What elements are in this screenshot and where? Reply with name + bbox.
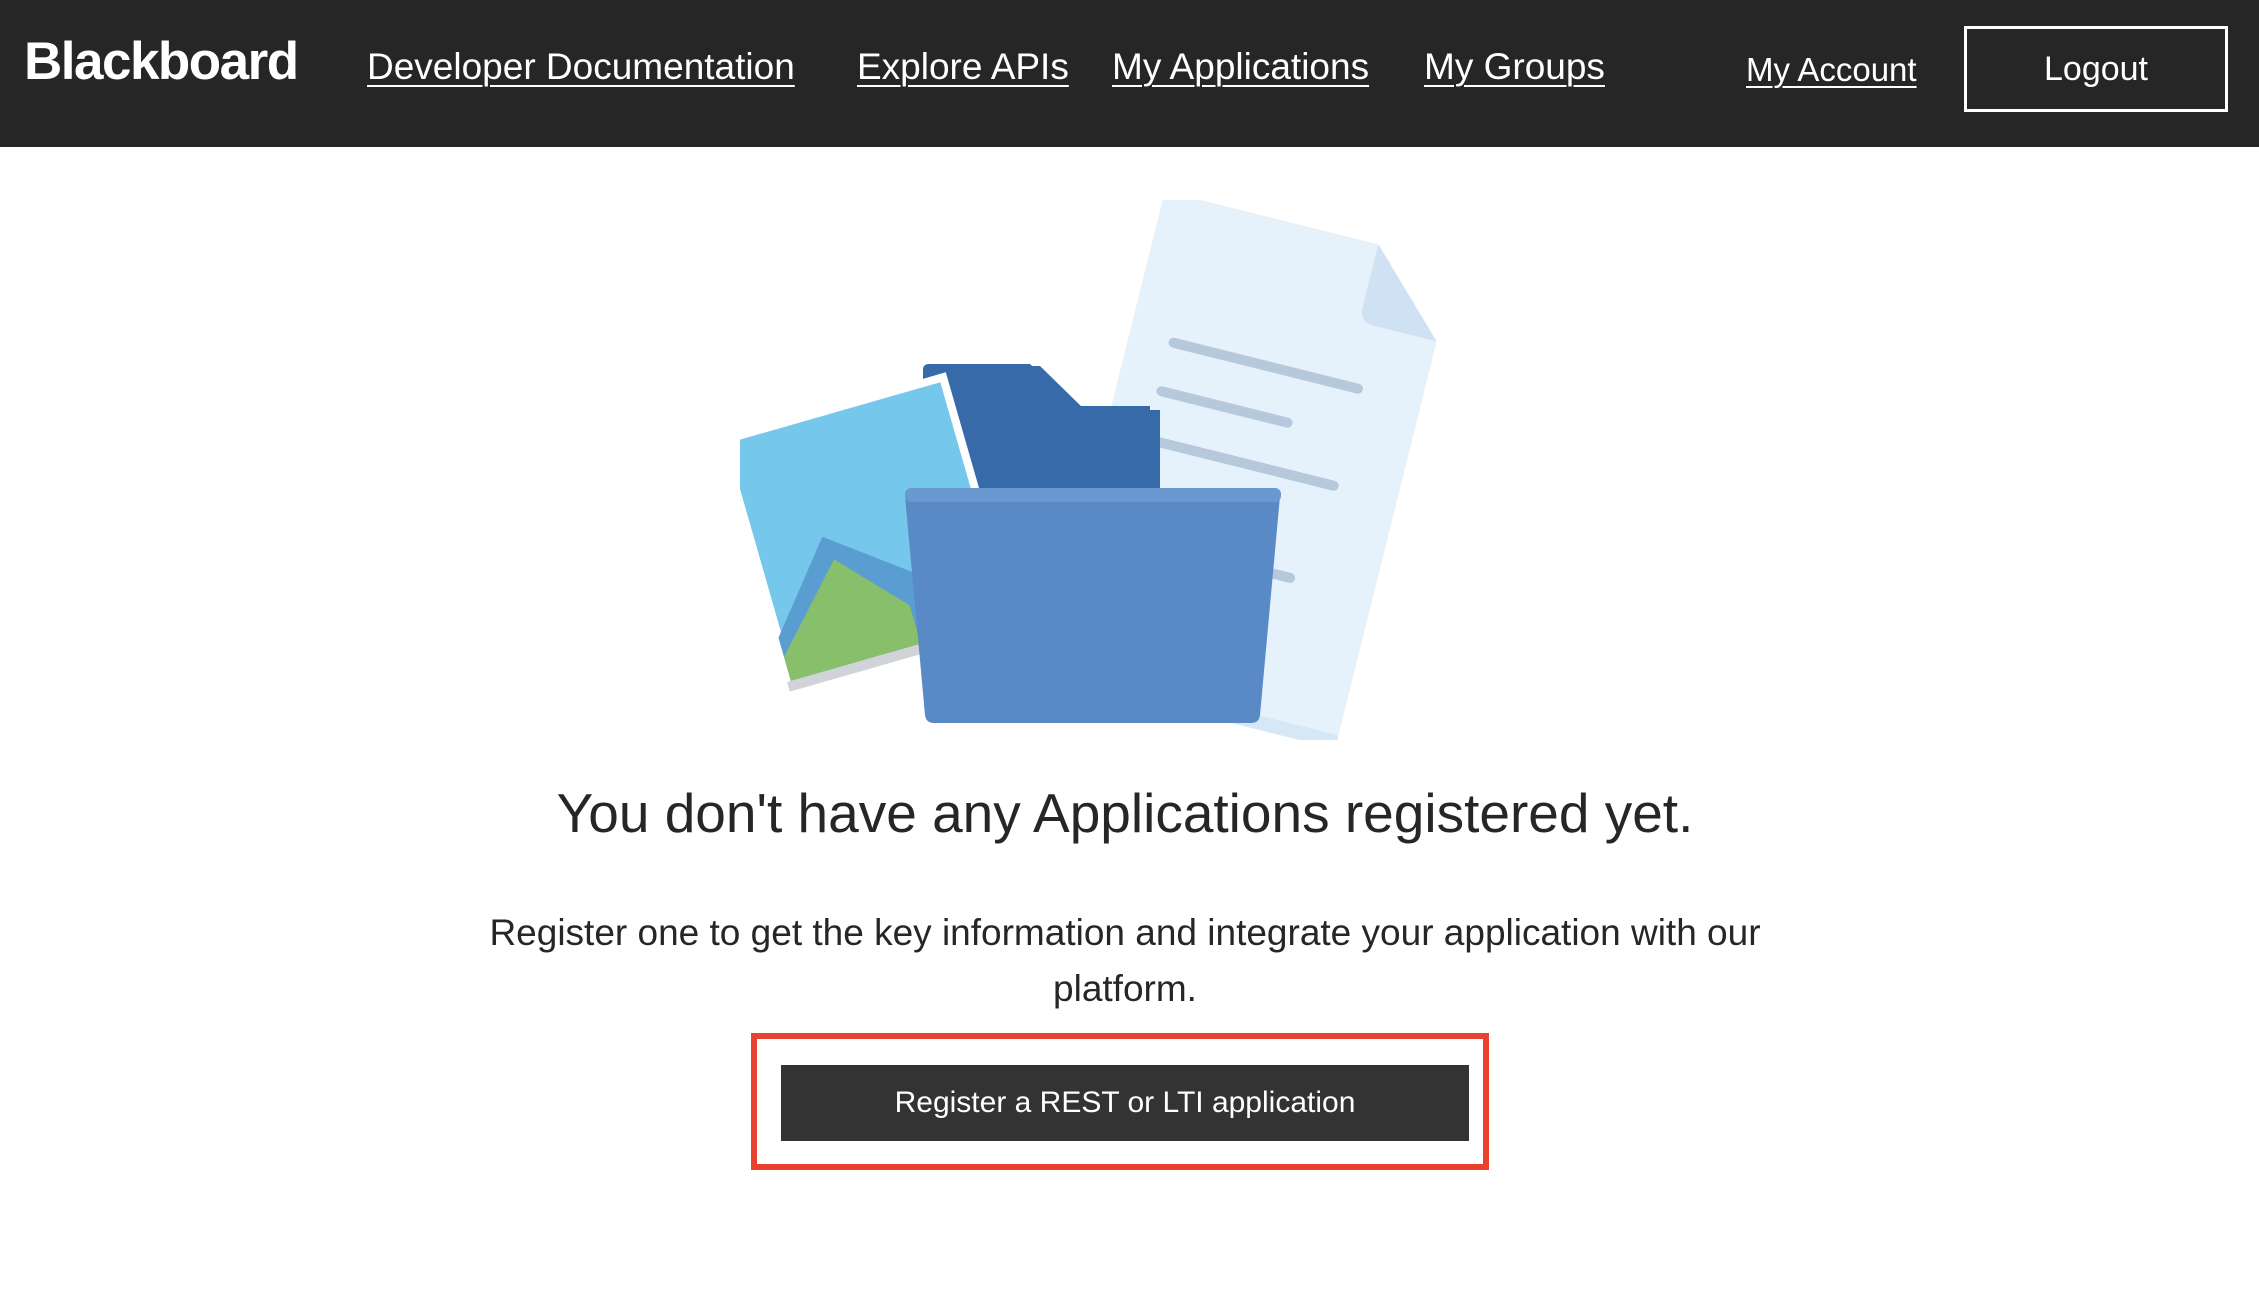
register-application-button[interactable]: Register a REST or LTI application xyxy=(781,1065,1469,1141)
empty-state-description: Register one to get the key information … xyxy=(489,912,1761,1009)
empty-state-illustration xyxy=(717,191,1520,749)
nav-explore-apis[interactable]: Explore APIs xyxy=(857,43,1069,91)
top-navigation-bar: Blackboard Developer Documentation Explo… xyxy=(0,0,2259,147)
folder-with-files-icon xyxy=(717,191,1437,749)
nav-developer-documentation[interactable]: Developer Documentation xyxy=(367,43,795,91)
logout-button[interactable]: Logout xyxy=(1964,26,2228,112)
blackboard-logo[interactable]: Blackboard xyxy=(24,30,299,94)
nav-my-applications[interactable]: My Applications xyxy=(1112,43,1369,91)
my-account-link[interactable]: My Account xyxy=(1746,48,1917,92)
nav-my-groups[interactable]: My Groups xyxy=(1424,43,1605,91)
empty-state-title: You don't have any Applications register… xyxy=(556,782,1694,844)
